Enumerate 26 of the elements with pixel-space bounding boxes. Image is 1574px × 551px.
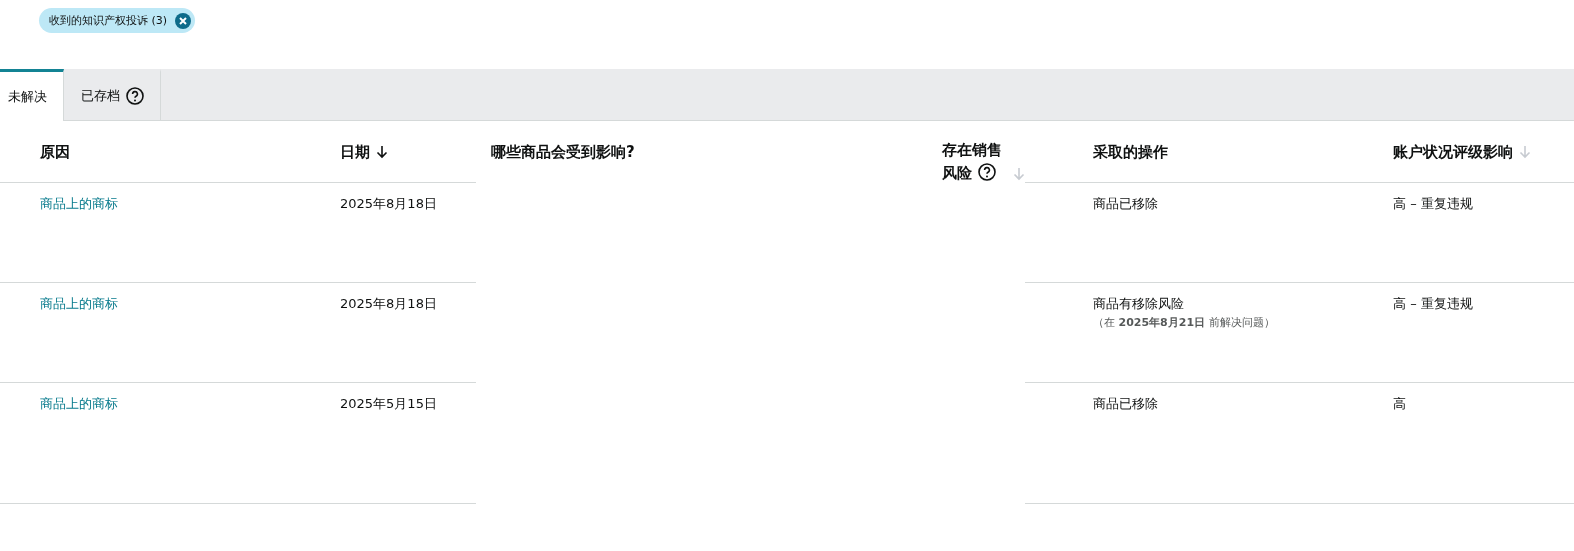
column-header: 采取的操作	[1093, 142, 1168, 163]
reason-link[interactable]: 商品上的商标	[40, 196, 118, 211]
tab[interactable]: 已存档	[64, 69, 161, 120]
column-header: 原因	[40, 142, 70, 163]
column-header: 账户状况评级影响	[1393, 142, 1513, 163]
sort-arrow-icon[interactable]	[376, 145, 388, 159]
date-cell: 2025年8月18日	[340, 296, 437, 311]
tab[interactable]: 未解决	[0, 69, 64, 121]
deadline-note: （在 2025年8月21日 前解决问题）	[1093, 315, 1275, 330]
help-icon[interactable]	[978, 163, 996, 181]
action-text: 商品有移除风险	[1093, 295, 1184, 313]
impact-text: 高	[1393, 396, 1406, 411]
impact-text: 高 – 重复违规	[1393, 296, 1473, 311]
impact-text: 高 – 重复违规	[1393, 196, 1473, 211]
reason-link[interactable]: 商品上的商标	[40, 396, 118, 411]
column-header: 存在销售风险	[942, 140, 1003, 184]
action-text: 商品已移除	[1093, 195, 1158, 213]
help-icon[interactable]	[126, 87, 144, 105]
action-text: 商品已移除	[1093, 395, 1158, 413]
column-header: 日期	[340, 142, 370, 163]
reason-link[interactable]: 商品上的商标	[40, 296, 118, 311]
date-cell: 2025年8月18日	[340, 196, 437, 211]
date-cell: 2025年5月15日	[340, 396, 437, 411]
filter-chip[interactable]: 收到的知识产权投诉 (3)	[39, 8, 196, 33]
column-header: 哪些商品会受到影响?	[491, 142, 635, 163]
close-icon[interactable]	[175, 12, 192, 29]
